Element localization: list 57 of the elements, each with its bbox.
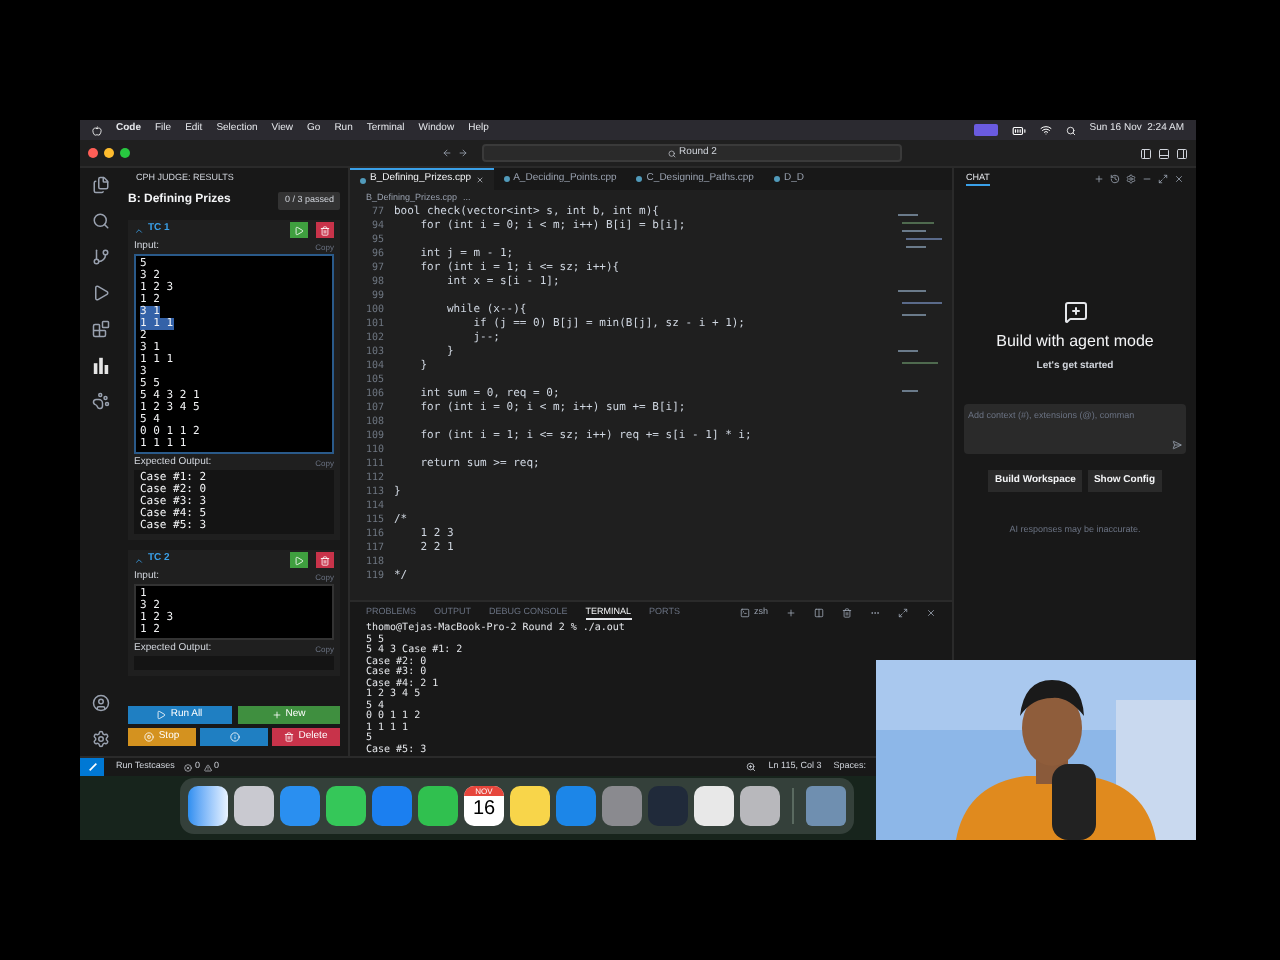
settings-icon[interactable] [91, 730, 109, 748]
back-icon[interactable] [442, 148, 452, 158]
add-icon[interactable] [786, 608, 796, 618]
maximize-icon[interactable] [1158, 174, 1168, 184]
branch-icon[interactable] [91, 248, 109, 266]
apple-icon[interactable] [92, 125, 102, 135]
new-icon [271, 710, 282, 720]
run-debug-icon[interactable] [91, 284, 109, 302]
send-icon[interactable] [1172, 439, 1182, 449]
chat-sparkle-icon [1063, 300, 1087, 324]
minimize-button[interactable] [104, 148, 114, 158]
extensions-icon[interactable] [91, 320, 109, 338]
panel-left-icon[interactable] [1140, 147, 1152, 159]
wifi-icon[interactable] [1039, 124, 1052, 136]
remote-icon [87, 762, 97, 772]
forward-icon[interactable] [458, 148, 468, 158]
maximize-button[interactable] [120, 148, 130, 158]
chat-heading: Build with agent mode [996, 330, 1154, 354]
files-icon[interactable] [91, 176, 109, 194]
search-icon [667, 149, 676, 157]
run-icon [156, 710, 167, 720]
info-icon [229, 732, 239, 742]
calendar-day: 16 [472, 796, 496, 822]
settings-icon[interactable] [1126, 174, 1136, 184]
panel-bottom-icon[interactable] [1158, 147, 1170, 159]
paw-icon[interactable] [91, 392, 109, 410]
delete-button[interactable] [316, 222, 334, 238]
play-icon [294, 225, 304, 235]
cpp-file-icon [360, 177, 366, 183]
chevron-up-icon[interactable] [134, 225, 144, 235]
battery-icon[interactable] [1011, 123, 1026, 137]
zoom-icon[interactable] [746, 762, 757, 772]
terminal-icon [739, 608, 750, 618]
cpp-file-icon [773, 176, 780, 182]
play-icon [294, 555, 304, 565]
delete-icon [284, 732, 295, 742]
screen-icon[interactable] [973, 124, 998, 136]
trash-icon[interactable] [842, 608, 852, 618]
chevron-up-icon[interactable] [134, 555, 144, 565]
bar-chart-icon[interactable] [91, 356, 109, 374]
panel-right-icon[interactable] [1176, 147, 1188, 159]
warning-icon [203, 763, 212, 771]
maximize-icon[interactable] [898, 608, 908, 618]
cpp-file-icon [636, 176, 643, 182]
trash-icon [320, 555, 330, 565]
split-icon[interactable] [814, 608, 824, 618]
account-icon[interactable] [91, 694, 109, 712]
remote-button[interactable] [80, 758, 104, 776]
search-icon[interactable] [91, 212, 109, 230]
close-button[interactable] [88, 148, 98, 158]
stop-icon [144, 732, 155, 742]
error-icon [184, 763, 193, 771]
cpp-file-icon [503, 176, 510, 182]
delete-button[interactable] [316, 552, 334, 568]
history-icon[interactable] [1110, 174, 1120, 184]
trash-icon [320, 225, 330, 235]
add-icon[interactable] [1094, 174, 1104, 184]
